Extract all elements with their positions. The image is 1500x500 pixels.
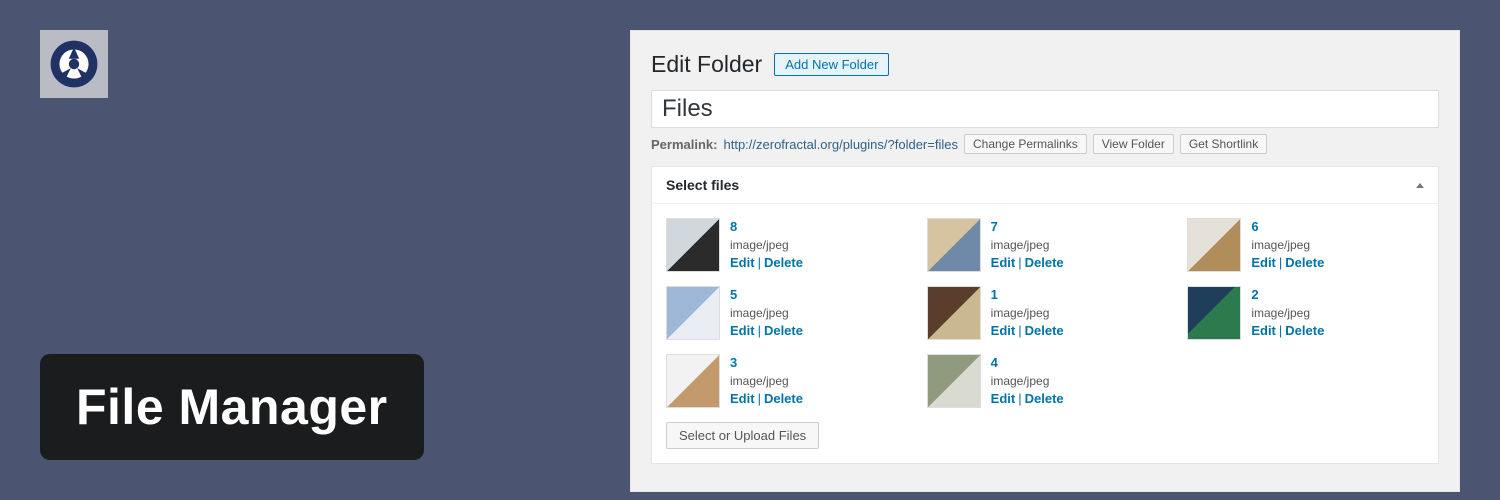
separator: | — [1015, 391, 1024, 406]
file-grid: 8image/jpegEdit|Delete7image/jpegEdit|De… — [652, 204, 1438, 422]
edit-link[interactable]: Edit — [730, 391, 755, 406]
file-actions: Edit|Delete — [991, 255, 1064, 270]
wordpress-editor-panel: Edit Folder Add New Folder Permalink: ht… — [630, 30, 1460, 492]
file-name-link[interactable]: 2 — [1251, 287, 1258, 302]
file-actions: Edit|Delete — [1251, 255, 1324, 270]
separator: | — [755, 255, 764, 270]
delete-link[interactable]: Delete — [1025, 323, 1064, 338]
file-name-link[interactable]: 3 — [730, 355, 737, 370]
file-item: 1 image/jpeg Edit|Delete — [927, 286, 1164, 340]
edit-link[interactable]: Edit — [991, 323, 1016, 338]
file-mime: image/jpeg — [991, 306, 1050, 320]
file-actions: Edit|Delete — [1251, 323, 1324, 338]
edit-link[interactable]: Edit — [991, 255, 1016, 270]
file-mime: image/jpeg — [730, 374, 789, 388]
permalink-row: Permalink: http://zerofractal.org/plugin… — [651, 134, 1439, 154]
file-item: 8 image/jpeg Edit|Delete — [666, 218, 903, 272]
delete-link[interactable]: Delete — [1025, 255, 1064, 270]
file-mime: image/jpeg — [730, 306, 789, 320]
editor-heading: Edit Folder — [651, 51, 762, 78]
delete-link[interactable]: Delete — [1285, 255, 1324, 270]
metabox-title: Select files — [666, 177, 739, 193]
file-meta: 2 image/jpeg Edit|Delete — [1251, 286, 1324, 340]
file-meta: 3 image/jpeg Edit|Delete — [730, 354, 803, 408]
file-actions: Edit|Delete — [730, 391, 803, 406]
file-item: 5 image/jpeg Edit|Delete — [666, 286, 903, 340]
metabox-header: Select files — [652, 167, 1438, 204]
separator: | — [1276, 323, 1285, 338]
get-shortlink-button[interactable]: Get Shortlink — [1180, 134, 1267, 154]
editor-header: Edit Folder Add New Folder — [651, 51, 1439, 78]
file-thumbnail[interactable] — [1187, 286, 1241, 340]
file-meta: 7 image/jpeg Edit|Delete — [991, 218, 1064, 272]
file-mime: image/jpeg — [991, 238, 1050, 252]
file-item: 4 image/jpeg Edit|Delete — [927, 354, 1164, 408]
separator: | — [755, 323, 764, 338]
separator: | — [1015, 255, 1024, 270]
page-title-pill: File Manager — [40, 354, 424, 460]
file-mime: image/jpeg — [730, 238, 789, 252]
folder-title-input[interactable] — [662, 95, 1428, 123]
file-thumbnail[interactable] — [666, 354, 720, 408]
edit-link[interactable]: Edit — [730, 323, 755, 338]
edit-link[interactable]: Edit — [1251, 255, 1276, 270]
separator: | — [1015, 323, 1024, 338]
edit-link[interactable]: Edit — [991, 391, 1016, 406]
view-folder-button[interactable]: View Folder — [1093, 134, 1174, 154]
file-thumbnail[interactable] — [927, 354, 981, 408]
folder-title-input-wrap — [651, 90, 1439, 128]
file-thumbnail[interactable] — [666, 218, 720, 272]
delete-link[interactable]: Delete — [764, 323, 803, 338]
delete-link[interactable]: Delete — [764, 391, 803, 406]
change-permalinks-button[interactable]: Change Permalinks — [964, 134, 1087, 154]
file-actions: Edit|Delete — [991, 323, 1064, 338]
file-meta: 6 image/jpeg Edit|Delete — [1251, 218, 1324, 272]
file-thumbnail[interactable] — [927, 286, 981, 340]
separator: | — [1276, 255, 1285, 270]
file-actions: Edit|Delete — [991, 391, 1064, 406]
logo-badge — [40, 30, 108, 98]
file-meta: 8 image/jpeg Edit|Delete — [730, 218, 803, 272]
file-name-link[interactable]: 4 — [991, 355, 998, 370]
file-name-link[interactable]: 1 — [991, 287, 998, 302]
file-name-link[interactable]: 7 — [991, 219, 998, 234]
file-actions: Edit|Delete — [730, 323, 803, 338]
file-mime: image/jpeg — [991, 374, 1050, 388]
add-new-folder-button[interactable]: Add New Folder — [774, 53, 889, 76]
file-meta: 1 image/jpeg Edit|Delete — [991, 286, 1064, 340]
collapse-icon[interactable] — [1416, 183, 1424, 188]
file-thumbnail[interactable] — [666, 286, 720, 340]
separator: | — [755, 391, 764, 406]
page-title: File Manager — [76, 379, 388, 435]
file-mime: image/jpeg — [1251, 238, 1310, 252]
file-mime: image/jpeg — [1251, 306, 1310, 320]
delete-link[interactable]: Delete — [764, 255, 803, 270]
permalink-label: Permalink: — [651, 137, 717, 152]
edit-link[interactable]: Edit — [1251, 323, 1276, 338]
edit-link[interactable]: Edit — [730, 255, 755, 270]
file-item: 6 image/jpeg Edit|Delete — [1187, 218, 1424, 272]
file-name-link[interactable]: 6 — [1251, 219, 1258, 234]
file-thumbnail[interactable] — [927, 218, 981, 272]
select-upload-row: Select or Upload Files — [652, 422, 1438, 463]
file-meta: 4 image/jpeg Edit|Delete — [991, 354, 1064, 408]
file-actions: Edit|Delete — [730, 255, 803, 270]
file-item: 3 image/jpeg Edit|Delete — [666, 354, 903, 408]
permalink-url: http://zerofractal.org/plugins/?folder=f… — [723, 137, 958, 152]
file-meta: 5 image/jpeg Edit|Delete — [730, 286, 803, 340]
logo-icon — [48, 38, 100, 90]
file-thumbnail[interactable] — [1187, 218, 1241, 272]
delete-link[interactable]: Delete — [1025, 391, 1064, 406]
select-or-upload-button[interactable]: Select or Upload Files — [666, 422, 819, 449]
delete-link[interactable]: Delete — [1285, 323, 1324, 338]
file-name-link[interactable]: 5 — [730, 287, 737, 302]
file-item: 2 image/jpeg Edit|Delete — [1187, 286, 1424, 340]
file-name-link[interactable]: 8 — [730, 219, 737, 234]
file-item: 7 image/jpeg Edit|Delete — [927, 218, 1164, 272]
select-files-metabox: Select files 8image/jpegEdit|Delete7imag… — [651, 166, 1439, 464]
